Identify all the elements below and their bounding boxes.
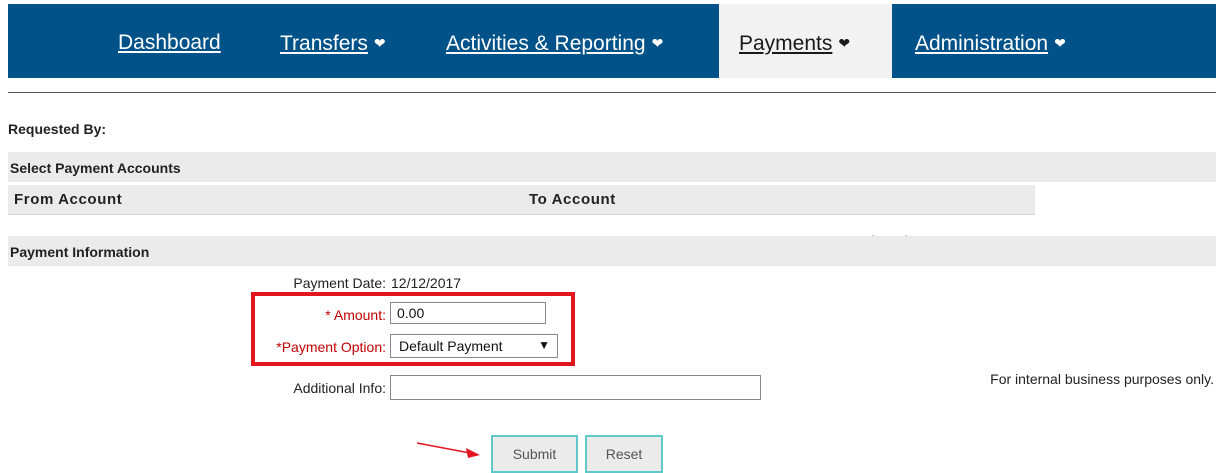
reset-button[interactable]: Reset xyxy=(585,435,663,473)
additional-info-input[interactable] xyxy=(390,375,761,400)
chevron-down-icon: ❤ xyxy=(1054,35,1066,51)
payment-option-label: *Payment Option: xyxy=(276,339,386,355)
nav-activities-reporting[interactable]: Activities & Reporting ❤ xyxy=(446,4,663,78)
nav-administration-label: Administration xyxy=(915,32,1049,55)
from-account-header: From Account xyxy=(14,191,123,208)
chevron-down-icon: ❤ xyxy=(651,35,664,51)
payment-date-label: Payment Date: xyxy=(293,275,386,291)
dropdown-arrow-icon: ▼ xyxy=(538,338,550,352)
nav-payments[interactable]: Payments ❤ xyxy=(719,4,892,78)
to-account-header: To Account xyxy=(529,191,616,208)
amount-label: * Amount: xyxy=(325,307,386,323)
payment-option-selected: Default Payment xyxy=(399,338,503,354)
payment-option-select[interactable]: Default Payment ▼ xyxy=(390,334,558,358)
chevron-down-icon: ❤ xyxy=(838,35,851,51)
payment-date-value: 12/12/2017 xyxy=(391,275,462,291)
amount-input[interactable] xyxy=(390,302,546,324)
payment-accounts-section-header: Select Payment Accounts xyxy=(8,152,1216,182)
internal-use-note: For internal business purposes only. xyxy=(990,371,1214,387)
nav-administration[interactable]: Administration ❤ xyxy=(915,4,1066,78)
payment-info-title: Payment Information xyxy=(10,244,150,260)
nav-transfers[interactable]: Transfers ❤ xyxy=(280,4,386,78)
requested-by-label: Requested By: xyxy=(8,121,107,137)
nav-payments-label: Payments xyxy=(739,32,833,55)
header-divider xyxy=(8,92,1216,93)
arrow-pointer-icon xyxy=(416,442,480,458)
nav-dashboard[interactable]: Dashboard xyxy=(118,4,221,78)
payment-accounts-title: Select Payment Accounts xyxy=(10,160,181,176)
chevron-down-icon: ❤ xyxy=(373,35,386,51)
submit-button[interactable]: Submit xyxy=(491,435,578,473)
nav-dashboard-label: Dashboard xyxy=(118,31,221,54)
additional-info-label: Additional Info: xyxy=(293,380,386,396)
main-navigation: Dashboard Transfers ❤ Activities & Report… xyxy=(8,4,1216,78)
nav-transfers-label: Transfers xyxy=(280,32,368,55)
nav-activities-label: Activities & Reporting xyxy=(446,32,646,55)
accounts-header-row: From Account To Account xyxy=(8,185,1035,215)
payment-info-section-header: Payment Information xyxy=(8,236,1216,266)
